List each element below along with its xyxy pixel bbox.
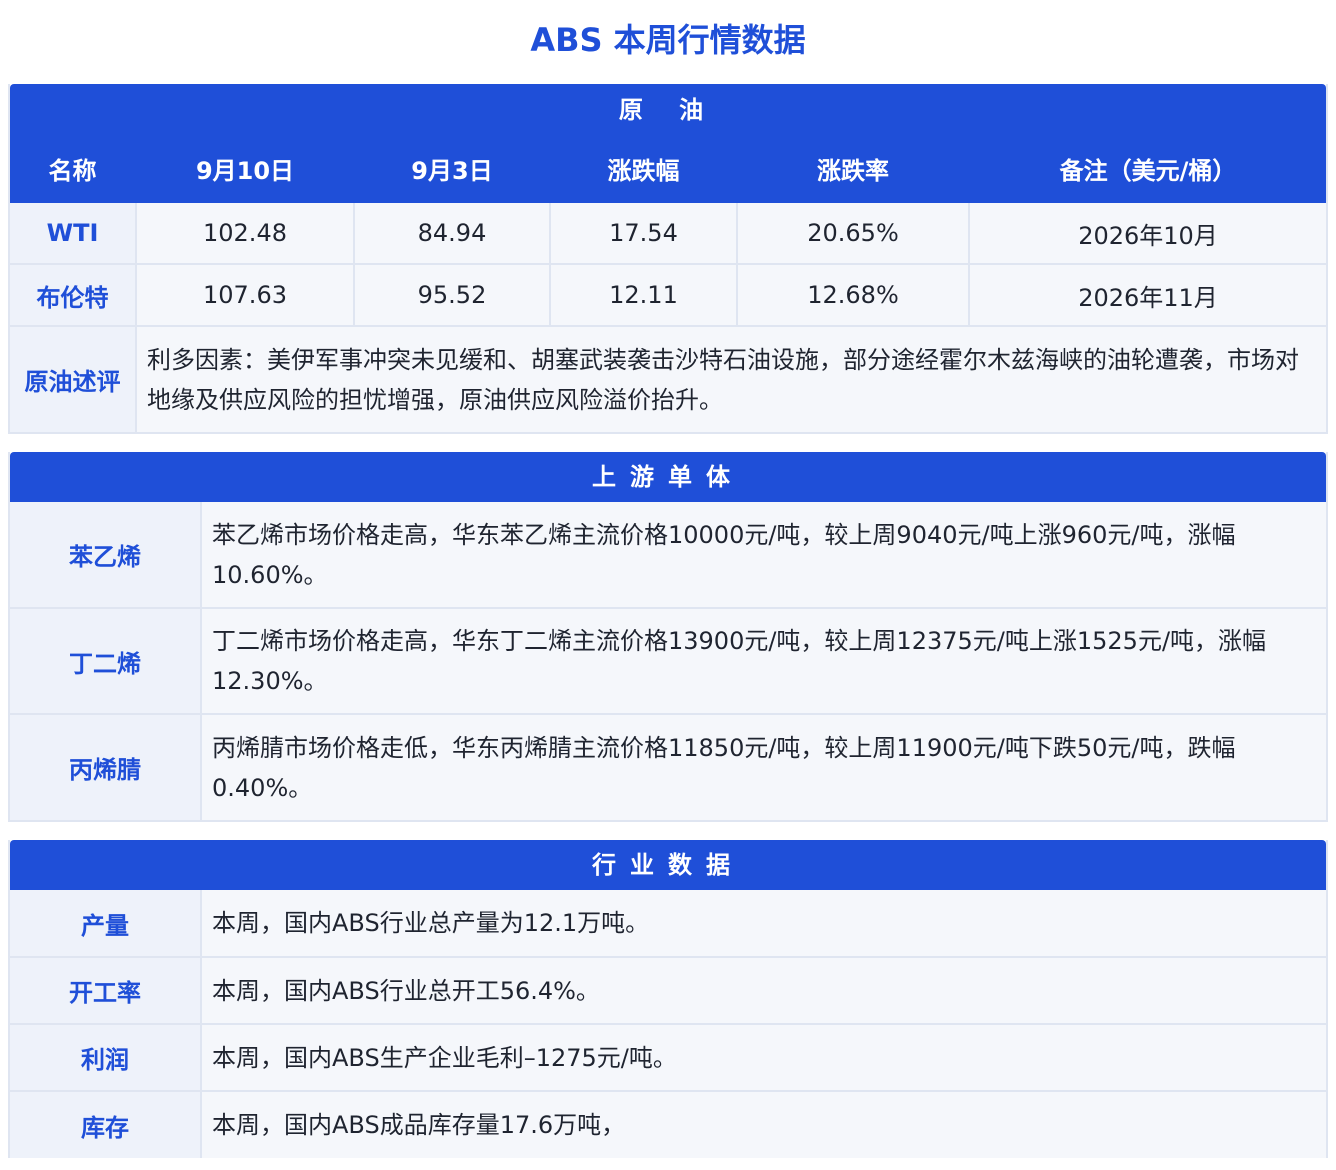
- row-label-acrylonitrile: 丙烯腈: [10, 713, 202, 820]
- row-label-brent: 布伦特: [10, 263, 137, 327]
- column-header-current-date: 9月10日: [135, 136, 355, 203]
- table-row: 苯乙烯 苯乙烯市场价格走高，华东苯乙烯主流价格10000元/吨，较上周9040元…: [10, 502, 1326, 609]
- brent-previous-price: 95.52: [353, 263, 551, 327]
- row-label-styrene: 苯乙烯: [10, 502, 202, 609]
- crude-column-headers: 名称 9月10日 9月3日 涨跌幅 涨跌率 备注（美元/桶）: [10, 136, 1326, 203]
- brent-current-price: 107.63: [135, 263, 355, 327]
- table-row: 开工率 本周，国内ABS行业总开工56.4%。: [10, 956, 1326, 1025]
- upstream-table: 苯乙烯 苯乙烯市场价格走高，华东苯乙烯主流价格10000元/吨，较上周9040元…: [10, 502, 1326, 820]
- wti-change-rate: 20.65%: [736, 201, 970, 265]
- table-row: 利润 本周，国内ABS生产企业毛利–1275元/吨。: [10, 1023, 1326, 1092]
- row-label-crude-comment: 原油述评: [10, 325, 137, 432]
- industry-table: 产量 本周，国内ABS行业总产量为12.1万吨。 开工率 本周，国内ABS行业总…: [10, 890, 1326, 1158]
- column-header-name: 名称: [10, 136, 137, 203]
- upstream-section: 上游单体 苯乙烯 苯乙烯市场价格走高，华东苯乙烯主流价格10000元/吨，较上周…: [8, 452, 1328, 822]
- column-header-change-rate: 涨跌率: [736, 136, 970, 203]
- wti-current-price: 102.48: [135, 201, 355, 265]
- wti-note: 2026年10月: [968, 201, 1326, 265]
- crude-oil-section: 原 油 名称 9月10日 9月3日 涨跌幅 涨跌率 备注（美元/桶） WTI 1…: [8, 84, 1328, 434]
- brent-change-rate: 12.68%: [736, 263, 970, 327]
- row-label-butadiene: 丁二烯: [10, 607, 202, 715]
- table-row: 丙烯腈 丙烯腈市场价格走低，华东丙烯腈主流价格11850元/吨，较上周11900…: [10, 713, 1326, 820]
- row-label-output: 产量: [10, 890, 202, 958]
- table-row-brent: 布伦特 107.63 95.52 12.11 12.68% 2026年11月: [10, 263, 1326, 327]
- output-text: 本周，国内ABS行业总产量为12.1万吨。: [200, 890, 1326, 958]
- crude-oil-header: 原 油: [10, 84, 1326, 136]
- butadiene-text: 丁二烯市场价格走高，华东丁二烯主流价格13900元/吨，较上周12375元/吨上…: [200, 607, 1326, 715]
- page-title: ABS 本周行情数据: [530, 21, 806, 59]
- upstream-header: 上游单体: [10, 452, 1326, 502]
- column-header-note: 备注（美元/桶）: [968, 136, 1326, 203]
- brent-note: 2026年11月: [968, 263, 1326, 327]
- row-label-profit: 利润: [10, 1023, 202, 1092]
- wti-previous-price: 84.94: [353, 201, 551, 265]
- table-row: 丁二烯 丁二烯市场价格走高，华东丁二烯主流价格13900元/吨，较上周12375…: [10, 607, 1326, 715]
- column-header-change: 涨跌幅: [549, 136, 738, 203]
- table-row-crude-comment: 原油述评 利多因素：美伊军事冲突未见缓和、胡塞武装袭击沙特石油设施，部分途经霍尔…: [10, 325, 1326, 432]
- styrene-text: 苯乙烯市场价格走高，华东苯乙烯主流价格10000元/吨，较上周9040元/吨上涨…: [200, 502, 1326, 609]
- column-header-previous-date: 9月3日: [353, 136, 551, 203]
- row-label-operating-rate: 开工率: [10, 956, 202, 1025]
- profit-text: 本周，国内ABS生产企业毛利–1275元/吨。: [200, 1023, 1326, 1092]
- row-label-wti: WTI: [10, 201, 137, 265]
- crude-comment-text: 利多因素：美伊军事冲突未见缓和、胡塞武装袭击沙特石油设施，部分途经霍尔木兹海峡的…: [135, 325, 1326, 432]
- brent-change: 12.11: [549, 263, 738, 327]
- table-row: 库存 本周，国内ABS成品库存量17.6万吨，: [10, 1090, 1326, 1158]
- table-row-wti: WTI 102.48 84.94 17.54 20.65% 2026年10月: [10, 201, 1326, 265]
- acrylonitrile-text: 丙烯腈市场价格走低，华东丙烯腈主流价格11850元/吨，较上周11900元/吨下…: [200, 713, 1326, 820]
- inventory-text: 本周，国内ABS成品库存量17.6万吨，: [200, 1090, 1326, 1158]
- crude-oil-table: 名称 9月10日 9月3日 涨跌幅 涨跌率 备注（美元/桶） WTI 102.4…: [10, 136, 1326, 432]
- row-label-inventory: 库存: [10, 1090, 202, 1158]
- industry-section: 行业数据 产量 本周，国内ABS行业总产量为12.1万吨。 开工率 本周，国内A…: [8, 840, 1328, 1158]
- operating-rate-text: 本周，国内ABS行业总开工56.4%。: [200, 956, 1326, 1025]
- table-row: 产量 本周，国内ABS行业总产量为12.1万吨。: [10, 890, 1326, 958]
- industry-header: 行业数据: [10, 840, 1326, 890]
- wti-change: 17.54: [549, 201, 738, 265]
